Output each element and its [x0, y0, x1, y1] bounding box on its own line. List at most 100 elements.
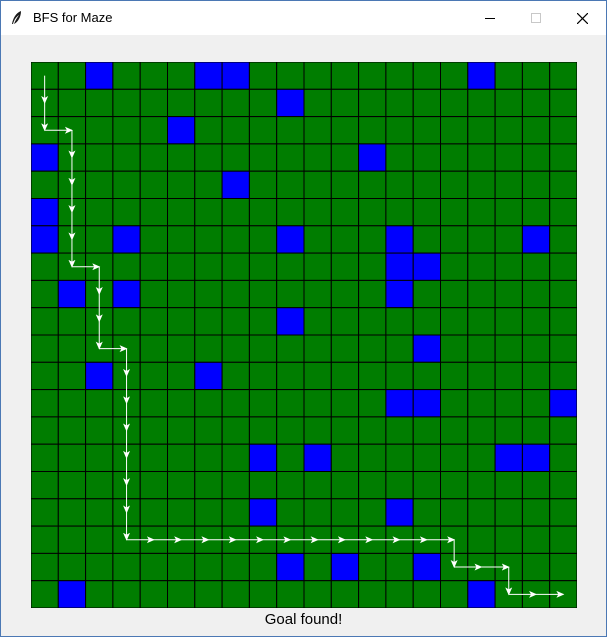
maze-cell-wall [358, 143, 387, 172]
minimize-button[interactable] [467, 1, 513, 35]
maze-cell-open [549, 170, 578, 199]
maze-cell-open [330, 471, 360, 500]
maze-cell-wall [85, 61, 114, 90]
maze-cell-wall [112, 225, 141, 254]
maze-cell-open [248, 279, 278, 309]
maze-cell-open [139, 471, 168, 500]
maze-cell-open [549, 143, 578, 172]
maze-cell-open [57, 552, 87, 582]
maze-cell-open [30, 416, 59, 445]
close-button[interactable] [559, 1, 605, 35]
maze-cell-wall [303, 443, 332, 473]
maze-cell-open [385, 88, 414, 118]
maze-cell-open [385, 170, 414, 199]
maze-cell-open [467, 416, 496, 445]
maze-cell-open [549, 471, 578, 500]
maze-cell-open [330, 143, 360, 172]
maze-cell-open [194, 552, 223, 582]
maximize-icon [531, 13, 541, 23]
maze-cell-open [303, 170, 332, 199]
maze-cell-open [467, 198, 496, 227]
maze-grid [30, 61, 578, 609]
maze-cell-wall [467, 580, 496, 609]
maze-cell-open [248, 389, 278, 418]
maze-cell-open [167, 580, 196, 609]
maze-cell-open [221, 252, 250, 281]
maze-cell-open [494, 498, 523, 527]
maze-cell-open [330, 389, 360, 418]
maze-cell-open [412, 361, 442, 391]
maze-cell-wall [549, 389, 578, 418]
maze-cell-open [467, 389, 496, 418]
maze-cell-open [358, 279, 387, 309]
maze-cell-open [139, 580, 168, 609]
maze-cell-open [358, 471, 387, 500]
maze-cell-open [112, 252, 141, 281]
maze-cell-open [467, 361, 496, 391]
maze-cell-open [139, 416, 168, 445]
maze-cell-open [167, 225, 196, 254]
maze-cell-open [194, 170, 223, 199]
maze-cell-open [440, 88, 469, 118]
maze-cell-open [194, 252, 223, 281]
maze-cell-open [494, 279, 523, 309]
maze-cell-open [85, 116, 114, 145]
maze-cell-open [167, 443, 196, 473]
maze-cell-open [385, 416, 414, 445]
maze-cell-open [57, 498, 87, 527]
maze-cell-open [440, 252, 469, 281]
maze-cell-open [385, 552, 414, 582]
maze-cell-open [440, 116, 469, 145]
maze-cell-open [303, 361, 332, 391]
maze-cell-open [467, 471, 496, 500]
maze-cell-wall [385, 225, 414, 254]
maze-cell-open [139, 143, 168, 172]
maze-cell-wall [521, 443, 551, 473]
maze-cell-wall [85, 361, 114, 391]
maze-cell-open [467, 498, 496, 527]
maze-cell-open [139, 88, 168, 118]
maze-cell-open [330, 334, 360, 363]
maze-cell-open [303, 252, 332, 281]
maze-cell-wall [521, 225, 551, 254]
maze-cell-wall [276, 552, 305, 582]
maze-cell-open [30, 252, 59, 281]
maze-cell-open [276, 443, 305, 473]
maze-cell-open [358, 170, 387, 199]
maze-cell-open [194, 225, 223, 254]
maze-cell-wall [385, 389, 414, 418]
title-bar[interactable]: BFS for Maze [1, 1, 606, 35]
maze-cell-open [85, 198, 114, 227]
maze-cell-open [521, 307, 551, 336]
maze-cell-open [549, 334, 578, 363]
maze-cell-open [412, 498, 442, 527]
maze-cell-open [221, 116, 250, 145]
maze-cell-open [167, 198, 196, 227]
maze-cell-open [440, 225, 469, 254]
maze-cell-open [549, 361, 578, 391]
maze-cell-open [30, 334, 59, 363]
maze-cell-open [467, 225, 496, 254]
maze-cell-open [494, 416, 523, 445]
maze-cell-open [494, 361, 523, 391]
maze-cell-open [330, 252, 360, 281]
maze-cell-open [194, 580, 223, 609]
maze-cell-open [358, 334, 387, 363]
maze-cell-open [221, 498, 250, 527]
maze-cell-wall [167, 116, 196, 145]
maze-cell-wall [412, 252, 442, 281]
maze-cell-open [549, 416, 578, 445]
maze-cell-open [276, 279, 305, 309]
maze-cell-open [276, 116, 305, 145]
maximize-button[interactable] [513, 1, 559, 35]
maze-cell-open [248, 116, 278, 145]
maze-cell-open [494, 307, 523, 336]
maze-cell-open [194, 116, 223, 145]
maze-cell-open [521, 334, 551, 363]
maze-cell-open [57, 307, 87, 336]
maze-cell-open [412, 580, 442, 609]
maze-cell-open [221, 225, 250, 254]
maze-cell-open [112, 143, 141, 172]
maze-cell-open [30, 498, 59, 527]
maze-cell-open [467, 143, 496, 172]
